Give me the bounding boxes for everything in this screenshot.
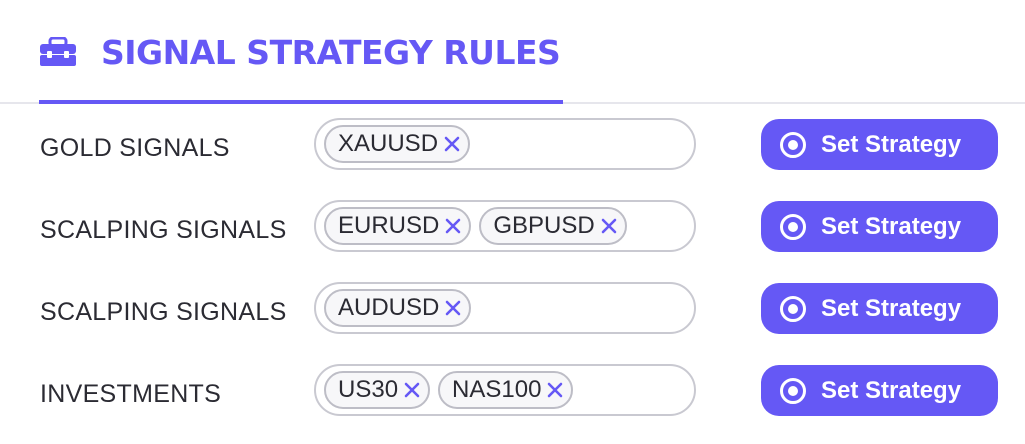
remove-tag-icon[interactable] — [547, 382, 563, 398]
signal-strategy-panel: SIGNAL STRATEGY RULES GOLD SIGNALS XAUUSD… — [0, 0, 1025, 444]
symbol-tag-input[interactable]: XAUUSD — [314, 118, 696, 170]
title-underline — [39, 100, 563, 104]
title-wrap: SIGNAL STRATEGY RULES — [39, 0, 561, 104]
symbol-tag: AUDUSD — [324, 289, 472, 327]
set-strategy-button[interactable]: Set Strategy — [761, 201, 998, 252]
symbol-tag-input[interactable]: US30 NAS100 — [314, 364, 696, 416]
row-label: SCALPING SIGNALS — [40, 298, 287, 326]
briefcase-icon — [40, 37, 76, 66]
set-strategy-label: Set Strategy — [821, 376, 962, 404]
target-icon — [780, 213, 806, 240]
row-label: INVESTMENTS — [40, 380, 222, 408]
set-strategy-label: Set Strategy — [821, 212, 962, 240]
row-label: GOLD SIGNALS — [40, 134, 230, 162]
symbol-tag: NAS100 — [438, 371, 574, 409]
panel-header: SIGNAL STRATEGY RULES — [0, 0, 1025, 104]
strategy-row: GOLD SIGNALS XAUUSD Set Strategy — [0, 118, 1025, 200]
remove-tag-icon[interactable] — [404, 382, 420, 398]
remove-tag-icon[interactable] — [445, 300, 461, 316]
row-label: SCALPING SIGNALS — [40, 216, 287, 244]
symbol-tag-input[interactable]: EURUSD GBPUSD — [314, 200, 696, 252]
symbol-tag-label: XAUUSD — [338, 130, 439, 157]
set-strategy-label: Set Strategy — [821, 130, 962, 158]
strategy-rows: GOLD SIGNALS XAUUSD Set Strategy SCALPING S… — [0, 118, 1025, 444]
remove-tag-icon[interactable] — [444, 136, 460, 152]
symbol-tag: EURUSD — [324, 207, 472, 245]
page-title: SIGNAL STRATEGY RULES — [101, 32, 561, 72]
strategy-row: SCALPING SIGNALS EURUSD GBPUSD Set Strategy — [0, 200, 1025, 282]
target-icon — [780, 295, 806, 322]
symbol-tag: XAUUSD — [324, 125, 471, 163]
symbol-tag: GBPUSD — [479, 207, 627, 245]
target-icon — [780, 131, 806, 158]
strategy-row: SCALPING SIGNALS AUDUSD Set Strategy — [0, 282, 1025, 364]
symbol-tag-label: GBPUSD — [493, 212, 595, 239]
remove-tag-icon[interactable] — [601, 218, 617, 234]
set-strategy-button[interactable]: Set Strategy — [761, 119, 998, 170]
target-icon — [780, 377, 806, 404]
set-strategy-label: Set Strategy — [821, 294, 962, 322]
set-strategy-button[interactable]: Set Strategy — [761, 365, 998, 416]
remove-tag-icon[interactable] — [445, 218, 461, 234]
symbol-tag-input[interactable]: AUDUSD — [314, 282, 696, 334]
strategy-row: INVESTMENTS US30 NAS100 Set Strategy — [0, 364, 1025, 444]
symbol-tag-label: EURUSD — [338, 212, 440, 239]
symbol-tag-label: US30 — [338, 376, 399, 403]
symbol-tag-label: NAS100 — [452, 376, 542, 403]
set-strategy-button[interactable]: Set Strategy — [761, 283, 998, 334]
symbol-tag-label: AUDUSD — [338, 294, 440, 321]
symbol-tag: US30 — [324, 371, 431, 409]
